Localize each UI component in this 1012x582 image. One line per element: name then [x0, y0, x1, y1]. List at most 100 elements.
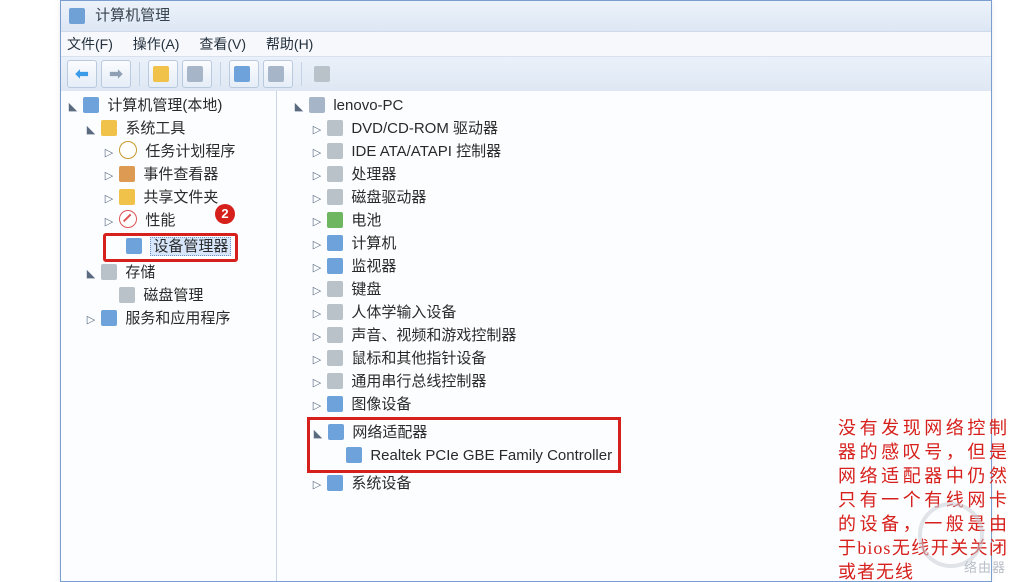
device-icon: [314, 66, 330, 82]
collapse-icon[interactable]: ◣: [85, 119, 97, 141]
console-icon: [187, 66, 203, 82]
highlight-network-adapter: ◣ 网络适配器 ▷ Realtek PCIe GBE Family Contro…: [307, 417, 621, 473]
expand-icon[interactable]: ▷: [311, 188, 323, 210]
toolbar-btn-3[interactable]: [229, 60, 259, 88]
computer-icon: [83, 97, 99, 113]
tree-storage[interactable]: ◣ 存储 ▷ 磁盘管理: [85, 262, 276, 308]
help-icon: [234, 66, 250, 82]
dev-cpu[interactable]: ▷ 处理器: [311, 164, 991, 187]
mouse-icon: [327, 350, 343, 366]
expand-icon[interactable]: ▷: [311, 142, 323, 164]
expand-icon[interactable]: ▷: [311, 165, 323, 187]
highlight-device-manager: ▷ 设备管理器: [103, 233, 238, 262]
ide-icon: [327, 143, 343, 159]
tree-system-tools[interactable]: ◣ 系统工具 ▷ 任务计划程序: [85, 118, 276, 262]
expand-icon[interactable]: ▷: [103, 142, 115, 164]
nav-forward-button[interactable]: ➡: [101, 60, 131, 88]
arrow-left-icon: ⬅: [75, 64, 88, 84]
device-mgr-icon: [126, 238, 142, 254]
tree-event-viewer[interactable]: ▷ 事件查看器: [103, 164, 276, 187]
diskdrive-icon: [327, 189, 343, 205]
expand-icon[interactable]: ▷: [311, 349, 323, 371]
expand-icon[interactable]: ▷: [85, 309, 97, 331]
expand-icon[interactable]: ▷: [311, 326, 323, 348]
menu-help[interactable]: 帮助(H): [266, 36, 313, 52]
monitor-icon: [327, 258, 343, 274]
dev-monitor[interactable]: ▷ 监视器: [311, 256, 991, 279]
menu-view[interactable]: 查看(V): [199, 36, 246, 52]
perf-icon: [119, 210, 137, 228]
battery-icon: [327, 212, 343, 228]
expand-icon[interactable]: ▷: [103, 188, 115, 210]
collapse-icon[interactable]: ◣: [67, 96, 79, 118]
dev-keyboard[interactable]: ▷ 键盘: [311, 279, 991, 302]
dev-usb[interactable]: ▷ 通用串行总线控制器: [311, 371, 991, 394]
menu-file[interactable]: 文件(F): [67, 36, 113, 52]
expand-icon[interactable]: ▷: [311, 211, 323, 233]
nic-icon: [346, 447, 362, 463]
pc-icon: [309, 97, 325, 113]
expand-icon[interactable]: ▷: [103, 165, 115, 187]
expand-icon[interactable]: ▷: [311, 372, 323, 394]
expand-icon[interactable]: ▷: [103, 211, 115, 233]
cpu-icon: [327, 166, 343, 182]
dev-computer[interactable]: ▷ 计算机: [311, 233, 991, 256]
services-icon: [101, 310, 117, 326]
nav-back-button[interactable]: ⬅: [67, 60, 97, 88]
tree-performance[interactable]: ▷ 性能 2: [103, 210, 276, 233]
menu-bar: 文件(F) 操作(A) 查看(V) 帮助(H): [61, 32, 991, 57]
dvd-icon: [327, 120, 343, 136]
watermark-text: 络由器: [964, 557, 1006, 576]
console2-icon: [268, 66, 284, 82]
dev-disk[interactable]: ▷ 磁盘驱动器: [311, 187, 991, 210]
disk-icon: [119, 287, 135, 303]
usb-icon: [327, 373, 343, 389]
toolbar-separator: [139, 62, 140, 86]
expand-icon[interactable]: ▷: [311, 280, 323, 302]
expand-icon[interactable]: ▷: [311, 303, 323, 325]
collapse-icon[interactable]: ◣: [293, 96, 305, 118]
imaging-icon: [327, 396, 343, 412]
sound-icon: [327, 327, 343, 343]
sysdev-icon: [327, 475, 343, 491]
expand-icon[interactable]: ▷: [311, 119, 323, 141]
keyboard-icon: [327, 281, 343, 297]
dev-hid[interactable]: ▷ 人体学输入设备: [311, 302, 991, 325]
expand-icon[interactable]: ▷: [311, 234, 323, 256]
clock-icon: [119, 141, 137, 159]
share-icon: [119, 189, 135, 205]
expand-icon[interactable]: ▷: [311, 474, 323, 496]
toolbar-btn-1[interactable]: [148, 60, 178, 88]
toolbar-separator: [301, 62, 302, 86]
tree-device-manager[interactable]: ▷ 设备管理器: [103, 233, 276, 262]
dev-imaging[interactable]: ▷ 图像设备: [311, 394, 991, 417]
tree-disk-mgmt[interactable]: ▷ 磁盘管理: [103, 285, 276, 308]
arrow-right-icon: ➡: [109, 64, 122, 84]
tree-services-apps[interactable]: ▷ 服务和应用程序: [85, 308, 276, 331]
window-title: 计算机管理: [95, 7, 170, 24]
menu-action[interactable]: 操作(A): [133, 36, 180, 52]
dev-dvd[interactable]: ▷ DVD/CD-ROM 驱动器: [311, 118, 991, 141]
tree-task-scheduler[interactable]: ▷ 任务计划程序: [103, 141, 276, 164]
toolbar-separator: [220, 62, 221, 86]
dev-sound[interactable]: ▷ 声音、视频和游戏控制器: [311, 325, 991, 348]
expand-icon[interactable]: ▷: [311, 395, 323, 417]
toolbar-btn-4[interactable]: [263, 60, 293, 88]
storage-icon: [101, 264, 117, 280]
tree-shared-folders[interactable]: ▷ 共享文件夹: [103, 187, 276, 210]
toolbar-btn-2[interactable]: [182, 60, 212, 88]
collapse-icon[interactable]: ◣: [85, 263, 97, 285]
toolbar-btn-5[interactable]: [310, 61, 338, 87]
left-tree-pane[interactable]: ◣ 计算机管理(本地) ◣ 系统工具 ▷: [61, 91, 277, 581]
title-bar[interactable]: 计算机管理: [61, 1, 991, 32]
tree-root-local[interactable]: ◣ 计算机管理(本地) ◣ 系统工具 ▷: [67, 95, 276, 331]
tools-icon: [101, 120, 117, 136]
dev-ide[interactable]: ▷ IDE ATA/ATAPI 控制器: [311, 141, 991, 164]
collapse-icon[interactable]: ◣: [312, 423, 324, 445]
dev-nic-realtek[interactable]: ▷ Realtek PCIe GBE Family Controller: [330, 445, 612, 468]
network-icon: [328, 424, 344, 440]
expand-icon[interactable]: ▷: [311, 257, 323, 279]
dev-battery[interactable]: ▷ 电池: [311, 210, 991, 233]
dev-mouse[interactable]: ▷ 鼠标和其他指针设备: [311, 348, 991, 371]
callout-badge-2: 2: [215, 204, 235, 224]
